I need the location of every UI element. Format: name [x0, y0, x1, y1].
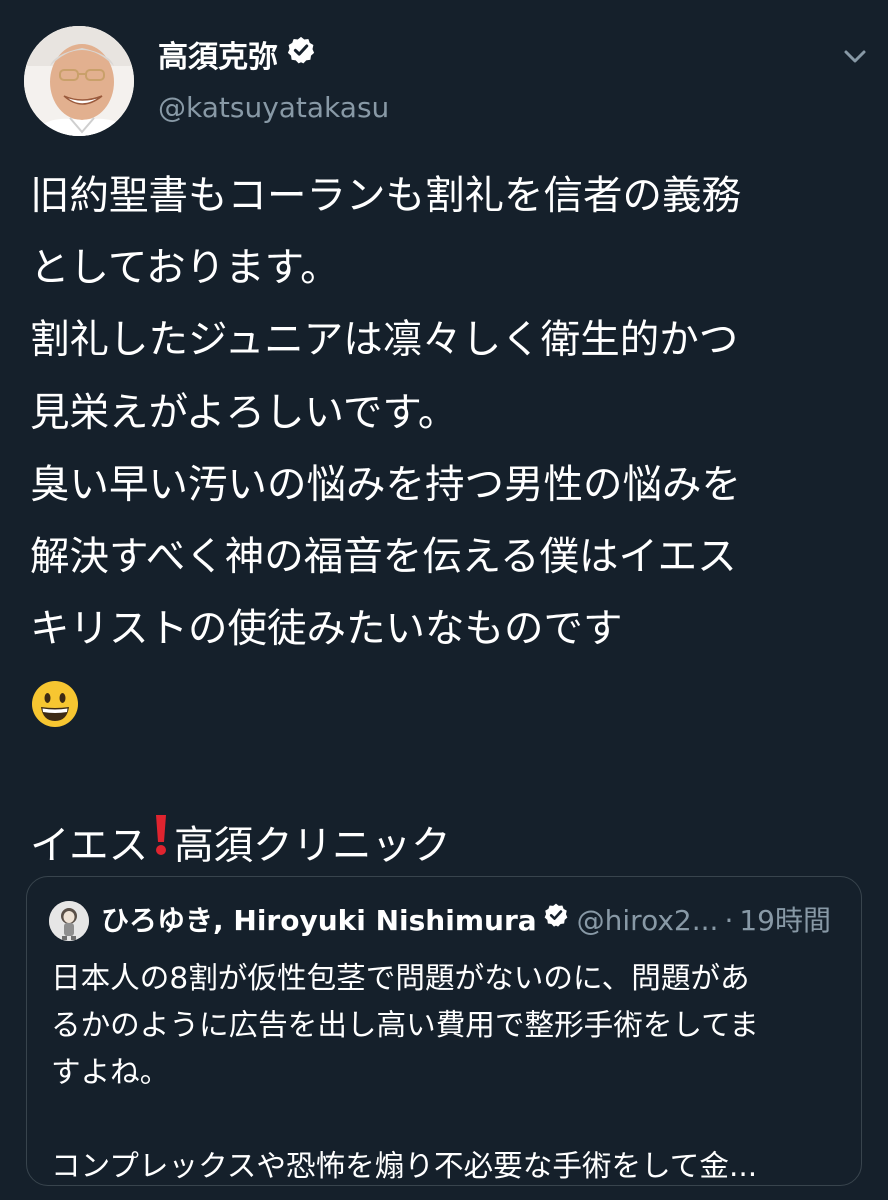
- chevron-down-icon: [844, 50, 866, 63]
- author-avatar[interactable]: [24, 26, 134, 136]
- grinning-face-emoji-icon: [32, 681, 78, 728]
- tweet-body: 旧約聖書もコーランも割礼を信者の義務 としております。 割礼したジュニアは凛々し…: [30, 160, 870, 882]
- tweet-text-line: 旧約聖書もコーランも割礼を信者の義務: [30, 173, 741, 219]
- author-name-text: 高須克弥: [158, 40, 278, 75]
- tweet-text-line: 臭い早い汚いの悩みを持つ男性の悩みを: [30, 461, 741, 508]
- quoted-text-line: すよね。: [51, 1055, 170, 1089]
- quoted-separator: ·: [724, 904, 734, 937]
- tweet-text-line: 割礼したジュニアは凛々しく衛生的かつ: [30, 317, 739, 364]
- quoted-tweet-card[interactable]: ひろゆき, Hiroyuki Nishimura @hirox2... · 19時間 …: [26, 876, 862, 1186]
- tweet-closing-line: イエス 高須クリニック: [30, 810, 870, 882]
- closing-text-after: 高須クリニック: [174, 822, 451, 869]
- emoji-line: [30, 665, 870, 737]
- tweet-container: 高須克弥 @katsuyatakasu 旧約聖書もコーランも割礼を信者の義務 と…: [0, 0, 888, 1200]
- quoted-text-line: コンプレックスや恐怖を煽り不必要な手術をして金...: [51, 1149, 758, 1183]
- tweet-text-line: 解決すべく神の福音を伝える僕はイエス: [30, 533, 737, 580]
- quoted-verified-badge-icon: [543, 897, 569, 941]
- tweet-text-line: キリストの使徒みたいなものです: [30, 606, 623, 653]
- avatar-photo-icon: [24, 26, 134, 136]
- red-exclamation-emoji-icon: [152, 808, 170, 880]
- quoted-tweet-header: ひろゆき, Hiroyuki Nishimura @hirox2... · 19時間: [101, 899, 831, 943]
- quoted-author-handle[interactable]: @hirox2...: [577, 904, 719, 937]
- author-handle[interactable]: @katsuyatakasu: [158, 88, 389, 128]
- quoted-timestamp[interactable]: 19時間: [739, 904, 831, 937]
- quoted-avatar-icon: [49, 901, 89, 941]
- quoted-tweet-body: 日本人の8割が仮性包茎で問題がないのに、問題があ るかのように広告を出し高い費用…: [51, 955, 841, 1190]
- quoted-text-line: [51, 1096, 841, 1143]
- quoted-text-line: 日本人の8割が仮性包茎で問題がないのに、問題があ: [51, 961, 750, 995]
- author-display-name[interactable]: 高須克弥: [158, 35, 316, 78]
- tweet-text-line: 見栄えがよろしいです。: [30, 389, 458, 436]
- closing-text-before: イエス: [30, 822, 149, 869]
- quoted-text-line: るかのように広告を出し高い費用で整形手術をしてま: [51, 1008, 759, 1042]
- quoted-author-avatar[interactable]: [49, 901, 89, 941]
- quoted-author-name[interactable]: ひろゆき, Hiroyuki Nishimura: [101, 904, 537, 937]
- tweet-menu-button[interactable]: [838, 42, 872, 72]
- verified-badge-icon: [286, 35, 316, 76]
- tweet-text-line: としております。: [30, 245, 340, 292]
